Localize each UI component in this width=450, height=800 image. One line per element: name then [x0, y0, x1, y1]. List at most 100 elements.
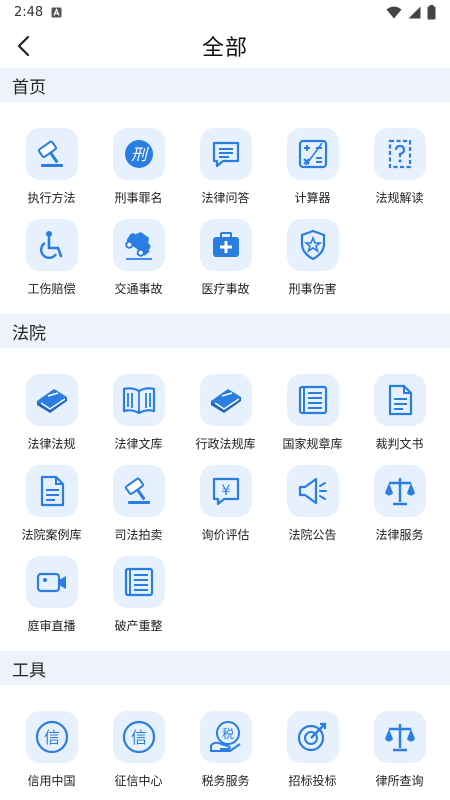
- grid-item[interactable]: 破产重整: [95, 556, 182, 647]
- icon-tile: [373, 465, 426, 517]
- law-book-icon: [210, 389, 241, 413]
- grid-wrap: 执行方法刑刑事罪名 法律问答 计算器 法规解读 工伤赔偿 交通事故 医疗事故 刑事伤害: [0, 102, 450, 314]
- item-label: 税务服务: [201, 774, 250, 788]
- item-label: 行政法规库: [195, 437, 256, 451]
- grid-item[interactable]: 律所查询: [356, 711, 443, 800]
- grid-item[interactable]: 法律问答: [182, 128, 269, 219]
- icon-glyph: 信: [43, 728, 59, 747]
- wifi-icon: [386, 6, 402, 19]
- item-label: 法院公告: [288, 528, 337, 542]
- grid-item[interactable]: 行政法规库: [182, 374, 269, 465]
- grid-item[interactable]: 信征信中心: [95, 711, 182, 800]
- grid-item[interactable]: 刑刑事罪名: [95, 128, 182, 219]
- scales-icon: [384, 478, 415, 506]
- medical-kit-icon: [212, 232, 239, 257]
- chat-bubble-icon: [212, 141, 239, 168]
- grid-item[interactable]: 法院公告: [269, 465, 356, 556]
- grid-item[interactable]: 法律文库: [95, 374, 182, 465]
- section-2: 工具信信用中国信征信中心税税务服务 招标投标 律所查询: [0, 651, 450, 800]
- icon-tile: [286, 374, 339, 426]
- icon-tile: [25, 128, 78, 180]
- item-label: 法律文库: [114, 437, 163, 451]
- nav-bar: 全部: [0, 24, 450, 68]
- grid-item[interactable]: 交通事故: [95, 219, 182, 310]
- icon-tile: [112, 556, 165, 608]
- item-label: 庭审直播: [27, 619, 76, 633]
- grid-item[interactable]: 国家规章库: [269, 374, 356, 465]
- grid-item[interactable]: 执行方法: [8, 128, 95, 219]
- icon-glyph: 税: [221, 727, 233, 741]
- signal-icon: [408, 6, 421, 19]
- item-grid: 执行方法刑刑事罪名 法律问答 计算器 法规解读 工伤赔偿 交通事故 医疗事故 刑事伤害: [8, 102, 450, 314]
- icon-tile: [286, 128, 339, 180]
- grid-item[interactable]: 司法拍卖: [95, 465, 182, 556]
- chevron-left-icon: [17, 35, 30, 57]
- scales-icon: [384, 724, 415, 752]
- icon-tile: [286, 219, 339, 271]
- grid-item[interactable]: 庭审直播: [8, 556, 95, 647]
- icon-tile: [112, 374, 165, 426]
- section-header: 工具: [0, 651, 450, 685]
- icon-tile: [25, 465, 78, 517]
- grid-item[interactable]: 裁判文书: [356, 374, 443, 465]
- grid-item[interactable]: 法院案例库: [8, 465, 95, 556]
- item-label: 计算器: [294, 191, 331, 205]
- section-header: 首页: [0, 68, 450, 102]
- item-label: 刑事罪名: [114, 191, 163, 205]
- question-document-icon: [388, 139, 411, 169]
- icon-tile: [373, 711, 426, 763]
- tax-hand-icon: 税: [209, 721, 241, 752]
- newspaper-icon: [298, 385, 327, 415]
- grid-item[interactable]: 税税务服务: [182, 711, 269, 800]
- grid-item[interactable]: 刑事伤害: [269, 219, 356, 310]
- grid-item[interactable]: 法规解读: [356, 128, 443, 219]
- item-label: 法规解读: [375, 191, 424, 205]
- icon-tile: [286, 711, 339, 763]
- icon-glyph: ¥: [221, 483, 230, 499]
- law-book-icon: [36, 389, 67, 413]
- icon-tile: 刑: [112, 128, 165, 180]
- icon-tile: [25, 219, 78, 271]
- document-icon: [388, 384, 412, 416]
- item-grid: 法律法规 法律文库 行政法规库 国家规章库 裁判文书法院案例库 司法拍卖 ¥ 询价评估 法院公告…: [8, 348, 450, 651]
- icon-tile: [112, 465, 165, 517]
- item-label: 律所查询: [375, 774, 424, 788]
- car-crash-icon: [124, 231, 152, 260]
- sections-container: 首页 执行方法刑刑事罪名 法律问答 计算器 法规解读 工伤赔偿 交通事故 医疗事故 刑事伤害 法院…: [0, 68, 450, 800]
- icon-tile: [373, 128, 426, 180]
- newspaper-icon: [124, 567, 153, 597]
- icon-tile: [199, 219, 252, 271]
- icon-tile: [25, 556, 78, 608]
- icon-tile: [25, 374, 78, 426]
- grid-item[interactable]: 法律法规: [8, 374, 95, 465]
- item-label: 执行方法: [27, 191, 76, 205]
- item-label: 法律法规: [27, 437, 76, 451]
- item-label: 法院案例库: [21, 528, 82, 542]
- back-button[interactable]: [8, 30, 40, 62]
- grid-wrap: 信信用中国信征信中心税税务服务 招标投标 律所查询: [0, 685, 450, 800]
- grid-item[interactable]: 信信用中国: [8, 711, 95, 800]
- notification-a-icon: [51, 7, 62, 18]
- calculator-icon: [298, 139, 327, 169]
- police-badge-icon: [300, 229, 325, 261]
- icon-tile: [286, 465, 339, 517]
- wheelchair-icon: [39, 231, 62, 259]
- credit-circle-icon: 信: [35, 720, 68, 754]
- gavel-icon: [124, 477, 150, 504]
- section-0: 首页 执行方法刑刑事罪名 法律问答 计算器 法规解读 工伤赔偿 交通事故 医疗事故 刑事伤害: [0, 68, 450, 314]
- status-bar: 2:48: [0, 0, 450, 24]
- grid-item[interactable]: ¥ 询价评估: [182, 465, 269, 556]
- status-left: 2:48: [14, 5, 62, 20]
- grid-item[interactable]: 工伤赔偿: [8, 219, 95, 310]
- icon-tile: 税: [199, 711, 252, 763]
- page-title: 全部: [201, 36, 248, 61]
- item-label: 医疗事故: [201, 282, 250, 296]
- grid-item[interactable]: 计算器: [269, 128, 356, 219]
- grid-item[interactable]: 法律服务: [356, 465, 443, 556]
- icon-tile: [199, 374, 252, 426]
- icon-tile: 信: [25, 711, 78, 763]
- grid-item[interactable]: 招标投标: [269, 711, 356, 800]
- icon-tile: [373, 374, 426, 426]
- item-label: 招标投标: [288, 774, 337, 788]
- grid-item[interactable]: 医疗事故: [182, 219, 269, 310]
